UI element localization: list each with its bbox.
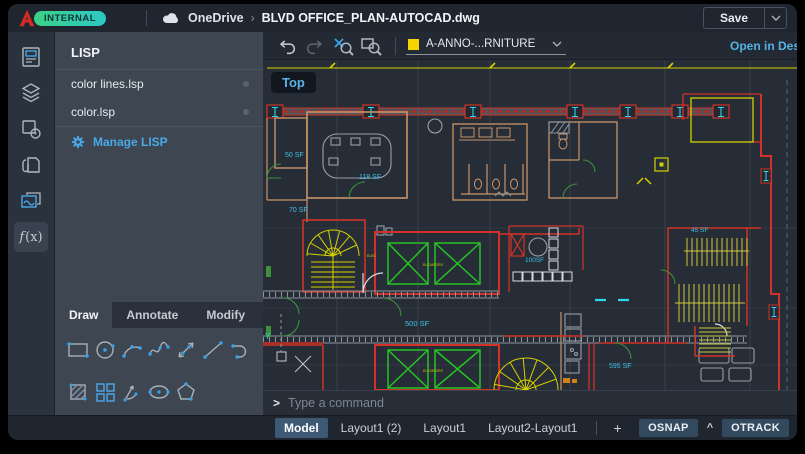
divider [146, 10, 148, 26]
manage-lisp-button[interactable]: Manage LISP [55, 127, 263, 157]
views-icon [21, 192, 41, 208]
add-layout-button[interactable]: + [607, 420, 627, 436]
command-input[interactable] [288, 396, 787, 410]
canvas-toolbar: A-ANNO-...RNITURE Open in Des [263, 32, 797, 60]
plan-label: 45 SF [691, 227, 708, 234]
breadcrumb-separator: › [250, 11, 255, 25]
screen: INTERNAL OneDrive › BLVD OFFICE_PLAN-AUT… [0, 0, 805, 454]
tab-layout1[interactable]: Layout1 [414, 418, 475, 438]
polyline-arc-tool[interactable] [227, 337, 253, 363]
plan-label: 118 SF [359, 174, 381, 181]
save-button[interactable]: Save [704, 8, 764, 28]
tab-model[interactable]: Model [275, 418, 328, 438]
layout-tab-bar: Model Layout1 (2) Layout1 Layout2-Layout… [8, 415, 797, 440]
lisp-item-indicator [243, 109, 249, 115]
blocks-icon [22, 120, 41, 139]
zoom-window-button[interactable] [357, 34, 385, 58]
spline-tool[interactable] [146, 337, 172, 363]
properties-panel-button[interactable] [14, 42, 48, 72]
zoom-object-icon [334, 37, 354, 56]
lisp-item[interactable]: color.lsp [55, 98, 263, 126]
layers-panel-button[interactable] [14, 78, 48, 108]
layer-dropdown[interactable]: A-ANNO-...RNITURE [406, 36, 566, 55]
lisp-item-indicator [243, 81, 249, 87]
palette-tabs: Draw Annotate Modify [55, 302, 263, 328]
zoom-to-object-button[interactable] [329, 34, 357, 58]
tab-layout1-2[interactable]: Layout1 (2) [332, 418, 411, 438]
tab-draw[interactable]: Draw [55, 302, 113, 328]
draw-tools [55, 328, 263, 415]
chevron-down-icon [771, 15, 780, 21]
hatch-tool[interactable] [65, 379, 91, 405]
file-name: BLVD OFFICE_PLAN-AUTOCAD.dwg [261, 11, 480, 25]
plan-label: ELEVATORS [423, 263, 444, 267]
lisp-icon: f(x) [19, 229, 43, 245]
zoom-window-icon [361, 37, 382, 56]
rectangle-tool[interactable] [65, 337, 91, 363]
gear-icon [71, 135, 85, 149]
blocks-panel-button[interactable] [14, 114, 48, 144]
line-tool[interactable] [200, 337, 226, 363]
command-prompt: > [273, 396, 281, 410]
undo-button[interactable] [273, 34, 301, 58]
plan-label: ELEC [367, 254, 376, 258]
osnap-button[interactable]: OSNAP [639, 419, 698, 437]
floor-plan: 50 SF 118 SF 70 SF 45 SF 100SF 500 SF 595 SF EL… [263, 60, 797, 390]
insert-block-tool[interactable] [92, 379, 118, 405]
breadcrumb-root[interactable]: OneDrive [188, 11, 244, 25]
main-area: f(x) LISP color lines.lsp color.lsp Mana… [8, 32, 797, 415]
otrack-button[interactable]: OTRACK [722, 419, 789, 437]
cloud-icon [163, 13, 178, 24]
plan-label: 50 SF [285, 152, 304, 159]
left-icon-strip: f(x) [8, 32, 55, 415]
lisp-item-label: color.lsp [71, 105, 116, 119]
canvas-column: A-ANNO-...RNITURE Open in Des 50 SF 118 … [263, 32, 797, 415]
lisp-panel-button[interactable]: f(x) [14, 222, 48, 252]
top-bar: INTERNAL OneDrive › BLVD OFFICE_PLAN-AUT… [8, 4, 797, 32]
layer-dropdown-label: A-ANNO-...RNITURE [426, 38, 536, 50]
measure-tool[interactable] [173, 337, 199, 363]
internal-badge: INTERNAL [34, 10, 107, 26]
save-split-button: Save [702, 7, 787, 29]
divider [395, 36, 396, 55]
plan-label: 100SF [525, 257, 544, 264]
lisp-panel: LISP color lines.lsp color.lsp Manage LI… [55, 32, 263, 415]
dimension-tool[interactable] [119, 379, 145, 405]
attachments-panel-button[interactable] [14, 150, 48, 180]
app-window: INTERNAL OneDrive › BLVD OFFICE_PLAN-AUT… [8, 4, 797, 440]
ellipse-tool[interactable] [146, 379, 172, 405]
redo-icon [307, 39, 323, 54]
plan-label: ELEVATORS [423, 369, 444, 373]
manage-lisp-label: Manage LISP [93, 135, 168, 149]
plan-label: 70 SF [289, 207, 308, 214]
tab-annotate[interactable]: Annotate [112, 302, 192, 328]
osnap-options-button[interactable]: ^ [702, 422, 718, 434]
polygon-tool[interactable] [173, 379, 199, 405]
view-cube[interactable]: Top [271, 72, 316, 93]
plan-label: 500 SF [405, 319, 430, 328]
drawing-viewport[interactable]: 50 SF 118 SF 70 SF 45 SF 100SF 500 SF 595 SF EL… [263, 60, 797, 390]
open-in-desktop-link[interactable]: Open in Des [730, 39, 797, 53]
layers-icon [21, 83, 41, 103]
circle-tool[interactable] [92, 337, 118, 363]
arc-tool[interactable] [119, 337, 145, 363]
attachments-icon [22, 157, 40, 173]
plan-label: 595 SF [609, 363, 632, 370]
breadcrumb: OneDrive › BLVD OFFICE_PLAN-AUTOCAD.dwg [161, 11, 480, 25]
layer-color-swatch [408, 38, 419, 50]
tab-modify[interactable]: Modify [192, 302, 259, 328]
lisp-item-label: color lines.lsp [71, 77, 144, 91]
save-menu-button[interactable] [764, 8, 786, 28]
command-bar: > [263, 390, 797, 415]
redo-button[interactable] [301, 34, 329, 58]
undo-icon [279, 39, 295, 54]
views-panel-button[interactable] [14, 186, 48, 216]
properties-icon [22, 47, 40, 67]
divider [596, 421, 598, 435]
chevron-down-icon [552, 41, 562, 47]
lisp-panel-title: LISP [71, 45, 100, 60]
tab-layout2-layout1[interactable]: Layout2-Layout1 [479, 418, 586, 438]
lisp-item[interactable]: color lines.lsp [55, 70, 263, 98]
plan-label: Y [265, 332, 271, 341]
